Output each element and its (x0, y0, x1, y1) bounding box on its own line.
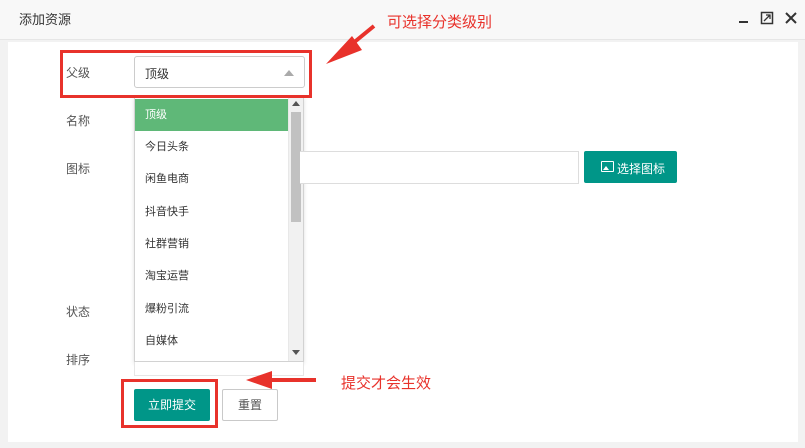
annotation-submit-note: 提交才会生效 (341, 374, 432, 392)
dropdown-option[interactable]: 闲鱼电商 (135, 163, 289, 195)
annotation-box-submit (121, 379, 218, 428)
scroll-down-arrow-icon[interactable] (292, 350, 300, 355)
dropdown-option[interactable]: 爆粉引流 (135, 293, 289, 325)
sort-input[interactable] (134, 362, 304, 376)
dropdown-option[interactable]: 顶级 (135, 99, 289, 131)
name-label: 名称 (66, 114, 91, 128)
select-icon-button[interactable]: 选择图标 (584, 151, 677, 183)
minimize-icon[interactable] (737, 11, 751, 25)
scroll-up-arrow-icon[interactable] (292, 101, 300, 106)
image-icon (601, 161, 614, 172)
reset-button[interactable]: 重置 (222, 389, 278, 421)
dropdown-option[interactable]: 抖音快手 (135, 196, 289, 228)
status-label: 状态 (66, 305, 91, 319)
dialog-title: 添加资源 (19, 13, 72, 28)
annotation-box-parent (60, 50, 312, 98)
parent-dropdown: 顶级 今日头条 闲鱼电商 抖音快手 社群营销 淘宝运营 爆粉引流 自媒体 (134, 96, 304, 362)
add-resource-dialog: 添加资源 父级 名称 图标 状态 排序 顶级 顶级 今日头条 闲鱼电商 抖音快手… (0, 0, 805, 448)
dropdown-option[interactable]: 社群营销 (135, 228, 289, 260)
icon-input[interactable] (300, 151, 579, 184)
select-icon-button-label: 选择图标 (617, 162, 666, 176)
dropdown-option[interactable]: 自媒体 (135, 325, 289, 357)
icon-label: 图标 (66, 162, 91, 176)
sort-label: 排序 (66, 353, 91, 367)
dropdown-option[interactable]: 淘宝运营 (135, 260, 289, 292)
dropdown-option[interactable]: 今日头条 (135, 131, 289, 163)
annotation-category-note: 可选择分类级别 (387, 13, 493, 31)
dropdown-scrollbar[interactable] (288, 97, 303, 361)
close-icon[interactable] (784, 11, 798, 25)
maximize-icon[interactable] (760, 11, 774, 25)
